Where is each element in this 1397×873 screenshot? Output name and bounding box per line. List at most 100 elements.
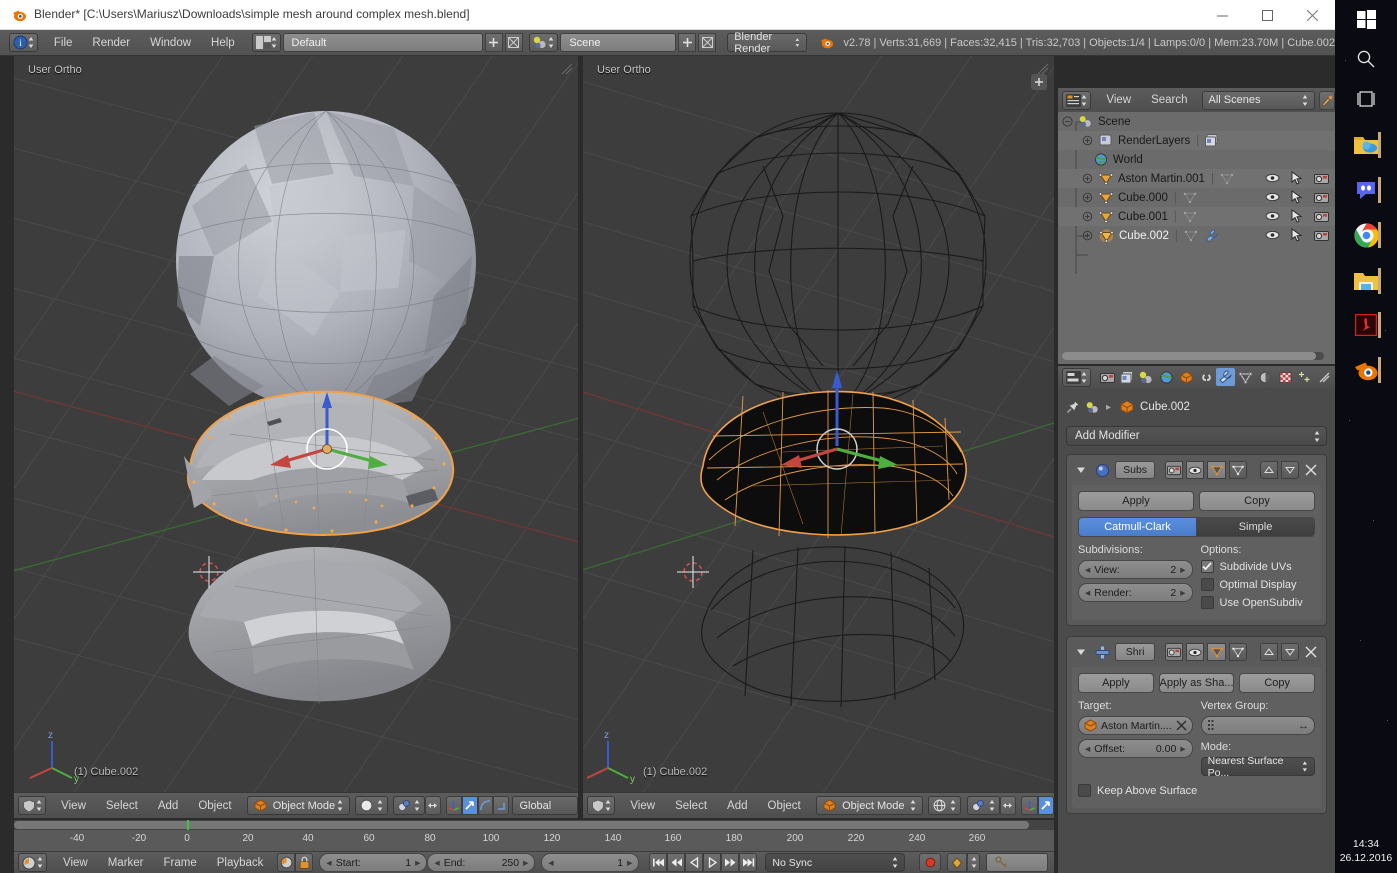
scene-field[interactable]: Scene [560,33,677,52]
modifier-editmode-toggle[interactable] [1207,643,1226,661]
timeline-end-frame-field[interactable]: ◂ End: 250 ▸ [427,853,536,872]
renderability-camera-icon[interactable] [1314,210,1329,223]
chrome-icon[interactable] [1351,220,1381,250]
next-keyframe-button[interactable] [721,853,740,872]
modifier-oncage-toggle[interactable] [1228,643,1247,661]
selectability-cursor-icon[interactable] [1291,228,1303,242]
menu-render[interactable]: Render [82,33,140,53]
outliner-row-cube-000[interactable]: Cube.000 | [1058,188,1335,207]
expand-icon[interactable] [1082,192,1093,203]
expand-icon[interactable] [1082,173,1093,184]
subdivide-uvs-checkbox[interactable]: Subdivide UVs [1200,560,1316,573]
renderability-camera-icon[interactable] [1314,191,1329,204]
shrinkwrap-mode-selector[interactable]: Nearest Surface Po... [1200,755,1315,779]
collapse-icon[interactable] [1062,116,1073,127]
outliner-row-cube-001[interactable]: Cube.001 | [1058,207,1335,226]
subsurf-catmull-clark-option[interactable]: Catmull-Clark [1078,517,1197,537]
lock-timeline-toggle[interactable] [295,853,314,872]
add-modifier-button[interactable]: Add Modifier [1066,426,1327,446]
scene-icon[interactable] [529,33,559,52]
editor-type-selector-timeline[interactable] [18,853,47,872]
timeline-start-frame-field[interactable]: ◂ Start: 1 ▸ [319,853,428,872]
shrinkwrap-apply-button[interactable]: Apply [1078,673,1154,693]
optimal-display-checkbox[interactable]: Optimal Display [1200,578,1316,591]
renderability-camera-icon[interactable] [1314,229,1329,242]
viewport-right-manipulator-toggle[interactable] [999,796,1017,815]
viewport-left-menu-object[interactable]: Object [188,796,241,816]
keying-set-dropdown[interactable] [967,853,981,872]
expand-icon[interactable] [1082,230,1093,241]
add-screen-layout-button[interactable] [484,33,503,52]
shrinkwrap-apply-as-shape-button[interactable]: Apply as Sha... [1158,673,1235,693]
modifier-move-up-button[interactable] [1259,461,1278,479]
search-icon[interactable] [1351,44,1381,74]
delete-screen-layout-button[interactable] [504,33,523,52]
shrinkwrap-offset-field[interactable]: ◂ Offset: 0.00 ▸ [1078,739,1193,758]
outliner-horizontal-scrollbar[interactable] [1062,352,1324,360]
outliner-row-renderlayers[interactable]: RenderLayers | [1058,131,1335,150]
viewport-right-mode-selector[interactable]: Object Mode [816,796,923,815]
editor-type-selector-view3d-left[interactable] [18,796,46,815]
viewport-3d-wireframe[interactable]: z y User Ortho (1) Cube.002 [583,56,1054,792]
keying-set-icon[interactable] [947,853,968,872]
viewport-right-shading-selector[interactable] [928,796,962,815]
mesh-data-icon[interactable] [1184,229,1198,242]
visibility-eye-icon[interactable] [1265,191,1280,203]
modifier-delete-button[interactable] [1305,646,1321,658]
modifier-shrinkwrap-name-field[interactable]: Shri [1115,643,1156,661]
add-scene-button[interactable] [678,33,697,52]
onedrive-folder-icon[interactable] [1351,130,1381,160]
viewport-left-expand-handle[interactable] [560,62,574,76]
play-button[interactable] [703,853,722,872]
screen-layout-icon[interactable] [251,33,281,52]
modifier-move-down-button[interactable] [1280,643,1299,661]
previous-keyframe-button[interactable] [667,853,686,872]
subsurf-copy-button[interactable]: Copy [1199,491,1315,511]
windows-start-icon[interactable] [1351,4,1381,34]
timeline-menu-frame[interactable]: Frame [154,853,207,873]
timeline-menu-view[interactable]: View [53,853,98,873]
timeline-current-frame-field[interactable]: ◂ 1 ▸ [541,853,640,872]
selectability-cursor-icon[interactable] [1291,190,1303,204]
editor-type-selector-outliner[interactable] [1062,90,1091,110]
timeline-horizontal-scrollbar[interactable] [14,821,1029,829]
panel-collapse-triangle-icon[interactable] [1072,648,1090,656]
viewport-left-mode-selector[interactable]: Object Mode [246,796,351,815]
pin-icon[interactable] [1066,400,1080,414]
timeline-ruler[interactable]: -40 -20 0 20 40 60 80 100 120 140 160 18… [14,830,1054,852]
modifier-oncage-toggle[interactable] [1228,461,1247,479]
timeline-menu-playback[interactable]: Playback [207,853,274,873]
jump-to-end-button[interactable] [739,853,758,872]
timeline-sync-mode-selector[interactable]: No Sync [765,853,906,872]
outliner-row-aston-martin[interactable]: Aston Martin.001 | [1058,169,1335,188]
properties-tab-render[interactable] [1098,368,1117,386]
timeline-scroll-row[interactable] [14,820,1054,830]
mesh-data-icon[interactable] [1183,210,1197,223]
menu-help[interactable]: Help [201,33,245,53]
menu-file[interactable]: File [44,33,83,53]
properties-tab-object-data[interactable] [1236,368,1255,386]
viewport-3d-solid[interactable]: z y User Ortho (1) Cube.002 [14,56,578,792]
expand-icon[interactable] [1082,211,1093,222]
modifier-viewport-toggle[interactable] [1186,643,1205,661]
manipulator-rotate-toggle[interactable] [477,796,494,815]
manipulator-translate-toggle-right[interactable] [1021,796,1038,815]
manipulator-scale-toggle[interactable] [493,796,509,815]
file-explorer-icon[interactable] [1351,266,1381,296]
editor-type-selector-info[interactable]: i [9,33,39,52]
invert-vertex-group-icon[interactable]: ↔ [1298,720,1309,732]
outliner-tree[interactable]: Scene RenderLayers | World Aston Martin.… [1058,112,1335,344]
modifier-delete-button[interactable] [1305,464,1321,476]
auto-keyframe-toggle[interactable] [277,853,296,872]
modifier-render-toggle[interactable] [1164,643,1184,661]
discord-icon[interactable] [1351,175,1381,205]
modifier-editmode-toggle[interactable] [1207,461,1226,479]
properties-tab-world[interactable] [1157,368,1176,386]
timeline-menu-marker[interactable]: Marker [98,853,154,873]
properties-tab-object[interactable] [1177,368,1196,386]
properties-tab-render-layers[interactable] [1118,368,1137,386]
adobe-reader-icon[interactable] [1351,310,1381,340]
subsurf-view-levels-field[interactable]: ◂ View: 2 ▸ [1078,560,1193,579]
modifier-subsurf-name-field[interactable]: Subs [1115,461,1156,479]
play-reverse-button[interactable] [685,853,704,872]
